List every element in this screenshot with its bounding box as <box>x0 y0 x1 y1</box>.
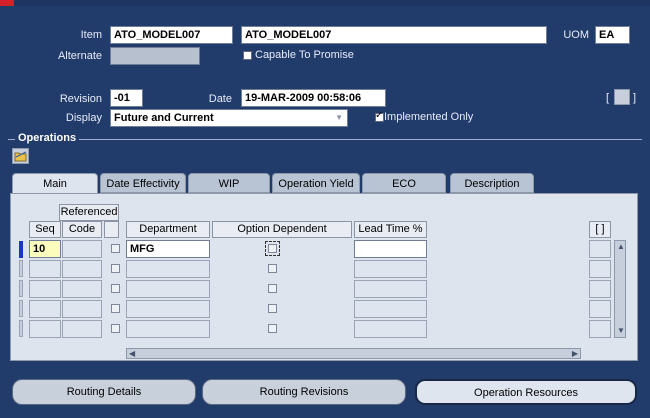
tab-main-label: Main <box>43 178 67 190</box>
flexfield-cell[interactable] <box>589 320 611 338</box>
option-dependent-checkbox[interactable] <box>268 304 277 313</box>
row-indicator <box>19 260 23 277</box>
operations-panel: Referenced Seq Code Department Option De… <box>10 193 638 361</box>
lead-time-header: Lead Time % <box>354 221 427 238</box>
app-logo-icon <box>0 0 14 6</box>
item-field[interactable]: ATO_MODEL007 <box>110 26 233 44</box>
department-cell[interactable] <box>126 280 210 298</box>
descriptive-flexfield-button[interactable] <box>614 89 630 105</box>
seq-cell[interactable] <box>29 320 61 338</box>
seq-cell[interactable] <box>29 300 61 318</box>
referenced-checkbox[interactable] <box>111 264 120 273</box>
display-label: Display <box>65 112 102 124</box>
code-cell[interactable] <box>62 280 102 298</box>
lead-time-cell[interactable] <box>354 280 427 298</box>
tab-operation-yield[interactable]: Operation Yield <box>272 173 360 193</box>
revision-label: Revision <box>59 93 102 105</box>
revision-field[interactable]: -01 <box>110 89 143 107</box>
alternate-field[interactable] <box>110 47 200 65</box>
lead-time-cell[interactable] <box>354 240 427 258</box>
chevron-down-icon[interactable]: ▼ <box>335 110 343 126</box>
lead-time-cell[interactable] <box>354 260 427 278</box>
horizontal-scrollbar[interactable]: ◀ ▶ <box>126 348 581 359</box>
bracket-close: ] <box>633 92 637 104</box>
seq-cell[interactable] <box>29 260 61 278</box>
department-cell[interactable] <box>126 260 210 278</box>
referenced-group-header: Referenced <box>59 204 119 221</box>
row-indicator <box>19 280 23 297</box>
department-cell[interactable] <box>126 320 210 338</box>
operations-separator <box>8 139 642 140</box>
flexfield-cell[interactable] <box>589 300 611 318</box>
row-indicator <box>19 320 23 337</box>
flexfield-header: [ ] <box>589 221 611 238</box>
capable-to-promise-label: Capable To Promise <box>255 49 354 61</box>
uom-field[interactable]: EA <box>595 26 630 44</box>
scroll-up-icon[interactable]: ▲ <box>617 243 625 251</box>
date-field[interactable]: 19-MAR-2009 00:58:06 <box>241 89 386 107</box>
bracket-open: [ <box>606 92 610 104</box>
lead-time-cell[interactable] <box>354 300 427 318</box>
code-cell[interactable] <box>62 320 102 338</box>
referenced-checkbox[interactable] <box>111 284 120 293</box>
flexfield-cell[interactable] <box>589 260 611 278</box>
alternate-label: Alternate <box>57 50 102 62</box>
folder-open-icon[interactable] <box>12 148 29 164</box>
uom-label: UOM <box>563 29 589 41</box>
code-cell[interactable] <box>62 300 102 318</box>
tab-eco-label: ECO <box>392 178 416 190</box>
operation-resources-button[interactable]: Operation Resources <box>415 379 637 405</box>
department-cell[interactable] <box>126 300 210 318</box>
seq-header: Seq <box>29 221 61 238</box>
flexfield-cell[interactable] <box>589 240 611 258</box>
referenced-header <box>104 221 119 238</box>
window-title-strip <box>0 0 650 6</box>
vertical-scrollbar[interactable]: ▲ ▼ <box>614 240 626 338</box>
lead-time-cell[interactable] <box>354 320 427 338</box>
scroll-right-icon[interactable]: ▶ <box>572 350 578 358</box>
code-cell[interactable] <box>62 240 102 258</box>
tab-date-effectivity-label: Date Effectivity <box>106 178 180 190</box>
department-header: Department <box>126 221 210 238</box>
department-value: MFG <box>130 243 155 255</box>
tab-operation-yield-label: Operation Yield <box>278 178 354 190</box>
tab-description-label: Description <box>464 178 520 190</box>
display-select-value: Future and Current <box>114 112 214 124</box>
current-row-indicator <box>19 241 23 258</box>
item-description-field[interactable]: ATO_MODEL007 <box>241 26 547 44</box>
display-select[interactable]: Future and Current ▼ <box>110 109 348 127</box>
option-dependent-checkbox[interactable] <box>265 241 280 256</box>
row-indicator <box>19 300 23 317</box>
option-dependent-checkbox[interactable] <box>268 264 277 273</box>
tab-date-effectivity[interactable]: Date Effectivity <box>100 173 186 193</box>
operations-title: Operations <box>15 132 80 144</box>
implemented-only-checkbox[interactable] <box>375 110 384 122</box>
scroll-left-icon[interactable]: ◀ <box>129 350 135 358</box>
tab-main[interactable]: Main <box>12 173 98 195</box>
code-cell[interactable] <box>62 260 102 278</box>
routing-revisions-button[interactable]: Routing Revisions <box>202 379 406 405</box>
implemented-only-label: Implemented Only <box>384 111 474 123</box>
seq-cell[interactable] <box>29 280 61 298</box>
referenced-checkbox[interactable] <box>111 304 120 313</box>
tab-wip-label: WIP <box>218 178 240 190</box>
seq-cell[interactable]: 10 <box>29 240 61 258</box>
routing-details-button[interactable]: Routing Details <box>12 379 196 405</box>
item-label: Item <box>80 29 102 41</box>
department-cell[interactable]: MFG <box>126 240 210 258</box>
referenced-checkbox[interactable] <box>111 324 120 333</box>
seq-value: 10 <box>33 243 46 255</box>
tab-eco[interactable]: ECO <box>362 173 446 193</box>
date-label: Date <box>208 93 232 105</box>
option-dependent-header: Option Dependent <box>212 221 352 238</box>
referenced-checkbox[interactable] <box>111 244 120 253</box>
code-header: Code <box>62 221 102 238</box>
tab-description[interactable]: Description <box>450 173 534 193</box>
flexfield-cell[interactable] <box>589 280 611 298</box>
scroll-down-icon[interactable]: ▼ <box>617 327 625 335</box>
option-dependent-checkbox[interactable] <box>268 324 277 333</box>
capable-to-promise-checkbox[interactable] <box>243 51 252 60</box>
option-dependent-checkbox[interactable] <box>268 284 277 293</box>
tab-wip[interactable]: WIP <box>188 173 270 193</box>
